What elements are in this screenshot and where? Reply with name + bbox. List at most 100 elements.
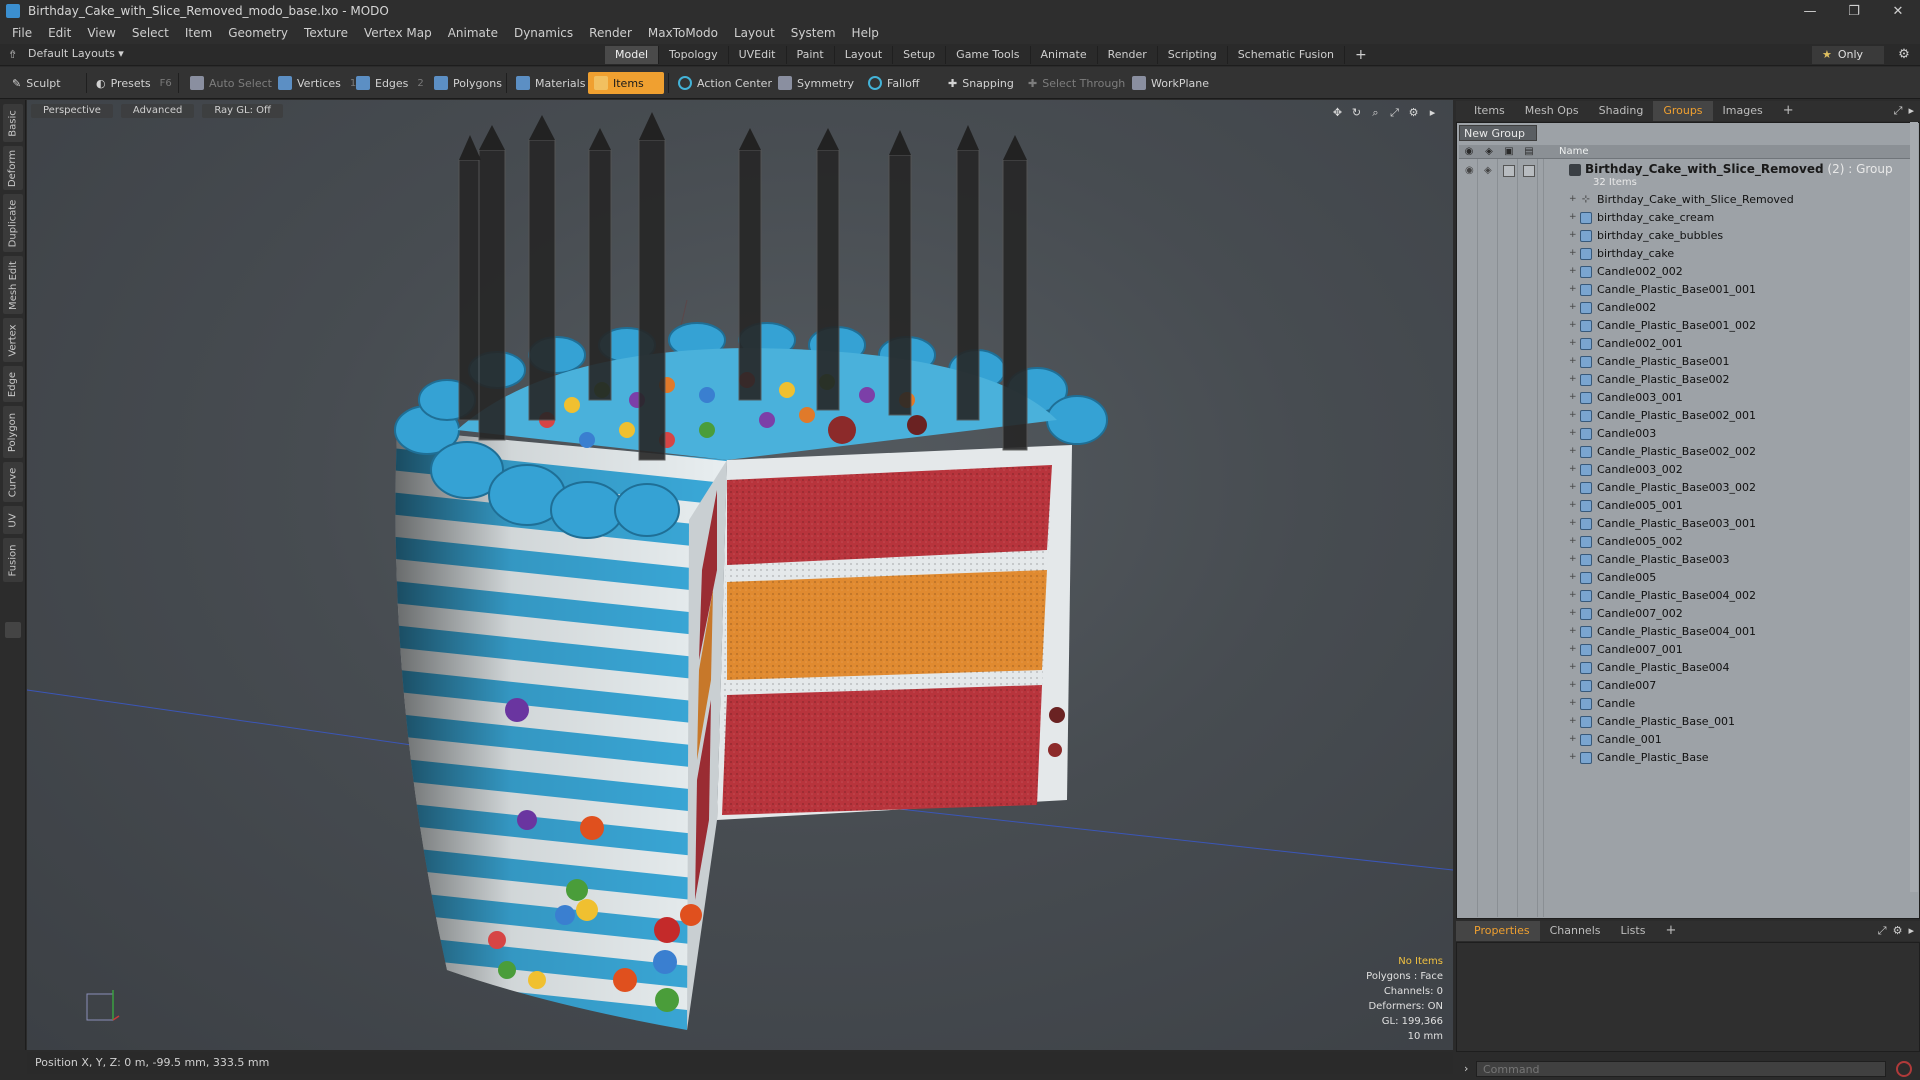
shading-mode-dropdown[interactable]: Advanced — [120, 104, 195, 118]
expand-icon[interactable]: + — [1569, 248, 1577, 258]
menu-edit[interactable]: Edit — [40, 26, 79, 40]
tab-model[interactable]: Model — [605, 46, 660, 64]
viewport-expand-icon[interactable]: ▸ — [1426, 106, 1439, 119]
tab-items[interactable]: Items — [1456, 101, 1515, 121]
viewport-settings-icon[interactable]: ⚙ — [1407, 106, 1420, 119]
tab-mesh-ops[interactable]: Mesh Ops — [1515, 101, 1589, 121]
tab-animate[interactable]: Animate — [1031, 46, 1098, 64]
left-tab-fusion[interactable]: Fusion — [3, 538, 23, 582]
maximize-button[interactable]: ❐ — [1832, 0, 1876, 22]
left-tab-duplicate[interactable]: Duplicate — [3, 194, 23, 252]
gear-icon[interactable]: ⚙ — [1896, 47, 1912, 63]
menu-item[interactable]: Item — [177, 26, 220, 40]
group-item-row[interactable]: + Candle003_002 — [1459, 461, 1911, 479]
menu-view[interactable]: View — [79, 26, 123, 40]
workplane-button[interactable]: WorkPlane — [1126, 72, 1215, 94]
group-item-row[interactable]: + Candle007 — [1459, 677, 1911, 695]
expand-icon[interactable]: + — [1569, 626, 1577, 636]
group-item-row[interactable]: + ⊹ Birthday_Cake_with_Slice_Removed — [1459, 191, 1911, 209]
group-item-row[interactable]: + Candle_Plastic_Base001_001 — [1459, 281, 1911, 299]
action-center-button[interactable]: Action Center — [672, 72, 778, 94]
menu-animate[interactable]: Animate — [440, 26, 506, 40]
rotate-icon[interactable]: ↻ — [1350, 106, 1363, 119]
sculpt-button[interactable]: ✎ Sculpt — [6, 72, 67, 94]
expand-icon[interactable]: + — [1569, 518, 1577, 528]
expand-icon[interactable]: + — [1569, 662, 1577, 672]
left-tab-basic[interactable]: Basic — [3, 104, 23, 142]
group-item-row[interactable]: + Candle002 — [1459, 299, 1911, 317]
group-item-row[interactable]: + Candle_Plastic_Base004_002 — [1459, 587, 1911, 605]
group-item-row[interactable]: + Candle003_001 — [1459, 389, 1911, 407]
group-item-row[interactable]: + Candle005_001 — [1459, 497, 1911, 515]
add-properties-tab-button[interactable]: + — [1655, 921, 1686, 941]
tree-scrollbar[interactable] — [1910, 122, 1918, 892]
expand-icon[interactable]: + — [1569, 608, 1577, 618]
group-item-row[interactable]: + Candle_001 — [1459, 731, 1911, 749]
tab-layout[interactable]: Layout — [835, 46, 894, 64]
expand-icon[interactable]: + — [1569, 716, 1577, 726]
group-item-row[interactable]: + Candle_Plastic_Base003 — [1459, 551, 1911, 569]
group-item-row[interactable]: + Candle_Plastic_Base003_001 — [1459, 515, 1911, 533]
pin-icon[interactable]: ⇮ — [8, 48, 18, 61]
menu-texture[interactable]: Texture — [296, 26, 356, 40]
expand-icon[interactable]: + — [1569, 446, 1577, 456]
name-column-header[interactable]: Name — [1559, 145, 1589, 159]
expand-icon[interactable]: + — [1569, 356, 1577, 366]
expand-icon[interactable]: + — [1569, 338, 1577, 348]
close-button[interactable]: ✕ — [1876, 0, 1920, 22]
raygl-toggle[interactable]: Ray GL: Off — [202, 104, 283, 118]
visibility-column-icon[interactable]: ◉ — [1463, 146, 1475, 158]
group-item-row[interactable]: + Candle007_002 — [1459, 605, 1911, 623]
tab-scripting[interactable]: Scripting — [1158, 46, 1228, 64]
expand-icon[interactable]: + — [1569, 644, 1577, 654]
tab-setup[interactable]: Setup — [893, 46, 947, 64]
menu-vertex-map[interactable]: Vertex Map — [356, 26, 440, 40]
tab-shading[interactable]: Shading — [1589, 101, 1654, 121]
symmetry-button[interactable]: Symmetry — [772, 72, 860, 94]
zoom-icon[interactable]: ⌕ — [1369, 106, 1382, 119]
expand-icon[interactable]: + — [1569, 410, 1577, 420]
pan-icon[interactable]: ✥ — [1331, 106, 1344, 119]
expand-icon[interactable]: + — [1569, 500, 1577, 510]
group-item-row[interactable]: + Candle_Plastic_Base002_002 — [1459, 443, 1911, 461]
menu-file[interactable]: File — [4, 26, 40, 40]
properties-gear-icon[interactable]: ⚙ — [1893, 924, 1903, 938]
tab-schematic-fusion[interactable]: Schematic Fusion — [1228, 46, 1346, 64]
record-macro-icon[interactable] — [1896, 1061, 1912, 1077]
lock-column-icon[interactable]: ◈ — [1483, 146, 1495, 158]
group-root-row[interactable]: ◉ ◈ Birthday_Cake_with_Slice_Removed (2)… — [1459, 161, 1911, 191]
only-toggle[interactable]: ★ Only — [1812, 46, 1884, 64]
expand-icon[interactable]: + — [1569, 698, 1577, 708]
group-item-row[interactable]: + birthday_cake_bubbles — [1459, 227, 1911, 245]
expand-icon[interactable]: + — [1569, 572, 1577, 582]
expand-icon[interactable]: + — [1569, 680, 1577, 690]
render-toggle[interactable] — [1503, 165, 1515, 177]
tab-game-tools[interactable]: Game Tools — [946, 46, 1031, 64]
expand-icon[interactable]: + — [1569, 590, 1577, 600]
expand-icon[interactable]: + — [1569, 752, 1577, 762]
group-item-row[interactable]: + Candle_Plastic_Base002 — [1459, 371, 1911, 389]
expand-icon[interactable]: + — [1569, 536, 1577, 546]
expand-icon[interactable]: + — [1569, 320, 1577, 330]
group-item-row[interactable]: + Candle_Plastic_Base004_001 — [1459, 623, 1911, 641]
left-tab-edge[interactable]: Edge — [3, 366, 23, 402]
materials-button[interactable]: Materials — [510, 72, 591, 94]
add-tab-button[interactable]: + — [1345, 46, 1377, 64]
expand-icon[interactable]: + — [1569, 392, 1577, 402]
select-toggle[interactable] — [1523, 165, 1535, 177]
group-item-row[interactable]: + Candle_Plastic_Base — [1459, 749, 1911, 767]
new-group-button[interactable]: New Group — [1459, 125, 1537, 141]
expand-icon[interactable]: + — [1569, 374, 1577, 384]
expand-icon[interactable]: + — [1569, 266, 1577, 276]
group-item-row[interactable]: + Candle_Plastic_Base003_002 — [1459, 479, 1911, 497]
expand-icon[interactable]: + — [1569, 428, 1577, 438]
command-input[interactable] — [1476, 1061, 1886, 1077]
menu-render[interactable]: Render — [581, 26, 640, 40]
left-tab-toggle[interactable] — [5, 622, 21, 638]
group-item-row[interactable]: + Candle — [1459, 695, 1911, 713]
group-item-row[interactable]: + Candle002_001 — [1459, 335, 1911, 353]
menu-layout[interactable]: Layout — [726, 26, 783, 40]
falloff-button[interactable]: Falloff — [862, 72, 925, 94]
eye-icon[interactable]: ◉ — [1465, 165, 1477, 177]
tab-topology[interactable]: Topology — [659, 46, 729, 64]
